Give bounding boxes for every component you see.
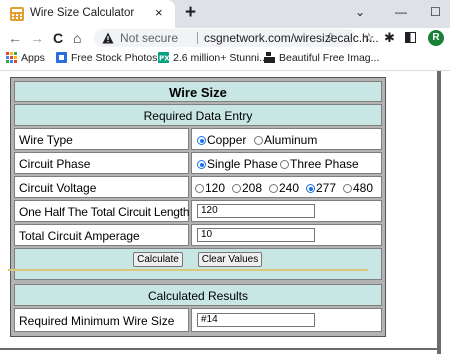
home-icon[interactable]: ⌂ [73, 29, 81, 47]
clear-values-button[interactable]: Clear Values [198, 252, 262, 267]
bookmark-free-stock-photos[interactable]: Free Stock Photos,... [56, 52, 169, 64]
circuit-voltage-options: 120 208 240 277 480 [191, 176, 382, 198]
half-length-input-cell: 120 [191, 200, 382, 222]
form-divider-line [8, 269, 368, 271]
half-length-input[interactable]: 120 [197, 204, 315, 218]
radio-240-button[interactable] [269, 184, 278, 193]
star-icon[interactable]: ☆ [363, 29, 375, 47]
camera-icon [264, 52, 275, 63]
page-bottom-border [0, 348, 437, 350]
calculator-favicon-icon [10, 7, 24, 21]
radio-277-label[interactable]: 277 [316, 181, 336, 195]
radio-aluminum[interactable]: Aluminum [254, 133, 317, 147]
new-tab-icon[interactable]: + [185, 3, 196, 23]
circuit-phase-label: Circuit Phase [19, 157, 91, 171]
photos-icon [56, 52, 67, 63]
address-separator [197, 32, 198, 44]
bookmark-stunning-images[interactable]: PX 2.6 million+ Stunni... [158, 52, 268, 64]
circuit-voltage-label-cell: Circuit Voltage [14, 176, 189, 198]
form-title: Wire Size [169, 85, 227, 100]
wire-size-calculator-form: Wire Size Required Data Entry Wire Type … [10, 77, 386, 337]
buttons-row: Calculate Clear Values [14, 248, 382, 280]
radio-copper-label[interactable]: Copper [207, 133, 246, 147]
min-wire-label-cell: Required Minimum Wire Size [14, 308, 189, 332]
radio-120[interactable]: 120 [195, 181, 225, 195]
extensions-icon[interactable]: ✱ [384, 29, 395, 47]
results-section-header: Calculated Results [14, 284, 382, 306]
page-right-border [437, 71, 441, 354]
radio-120-button[interactable] [195, 184, 204, 193]
circuit-phase-label-cell: Circuit Phase [14, 152, 189, 174]
radio-single-phase-label[interactable]: Single Phase [207, 157, 278, 171]
results-section-title: Calculated Results [147, 289, 249, 303]
share-icon[interactable]: ⇪ [326, 31, 335, 44]
radio-480-button[interactable] [343, 184, 352, 193]
radio-copper[interactable]: Copper [197, 133, 246, 147]
radio-480-label[interactable]: 480 [353, 181, 373, 195]
amperage-label-cell: Total Circuit Amperage [14, 224, 189, 246]
radio-three-phase-label[interactable]: Three Phase [290, 157, 359, 171]
radio-copper-button[interactable] [197, 136, 206, 145]
radio-single-phase[interactable]: Single Phase [197, 157, 278, 171]
required-section-title: Required Data Entry [143, 109, 253, 123]
radio-208-button[interactable] [232, 184, 241, 193]
bookmark-label: 2.6 million+ Stunni... [173, 52, 268, 64]
bookmarks-bar: Apps Free Stock Photos,... PX 2.6 millio… [0, 48, 450, 71]
wire-type-label-cell: Wire Type [14, 128, 189, 150]
sidebar-icon[interactable] [405, 32, 416, 43]
radio-277-button[interactable] [306, 184, 315, 193]
tab-search-chevron-icon[interactable]: ⌄ [355, 5, 365, 19]
security-status[interactable]: Not secure [120, 31, 178, 45]
min-wire-output-cell: #14 [191, 308, 382, 332]
bookmark-label: Apps [21, 52, 45, 64]
bookmark-apps[interactable]: Apps [6, 52, 45, 64]
min-wire-label: Required Minimum Wire Size [19, 314, 175, 328]
url-text[interactable]: csgnetwork.com/wiresizecalc.h... [204, 31, 379, 45]
back-icon[interactable]: ← [8, 29, 22, 47]
radio-240[interactable]: 240 [269, 181, 299, 195]
browser-toolbar: ← → C ⌂ Not secure csgnetwork.com/wiresi… [0, 28, 450, 48]
radio-120-label[interactable]: 120 [205, 181, 225, 195]
maximize-icon[interactable]: ☐ [430, 5, 441, 19]
form-title-cell: Wire Size [14, 81, 382, 102]
radio-240-label[interactable]: 240 [279, 181, 299, 195]
min-wire-output[interactable]: #14 [197, 313, 315, 327]
px-icon: PX [158, 52, 169, 63]
calculate-button[interactable]: Calculate [133, 252, 183, 267]
amperage-label: Total Circuit Amperage [19, 229, 140, 243]
radio-three-phase-button[interactable] [280, 160, 289, 169]
amperage-input[interactable]: 10 [197, 228, 315, 242]
circuit-phase-options: Single Phase Three Phase [191, 152, 382, 174]
bookmark-label: Beautiful Free Imag... [279, 52, 380, 64]
radio-277[interactable]: 277 [306, 181, 336, 195]
minimize-icon[interactable]: — [395, 5, 407, 19]
amperage-input-cell: 10 [191, 224, 382, 246]
radio-208[interactable]: 208 [232, 181, 262, 195]
svg-text:PX: PX [159, 55, 169, 63]
wire-type-options: Copper Aluminum [191, 128, 382, 150]
address-bar[interactable]: Not secure csgnetwork.com/wiresizecalc.h… [94, 29, 379, 47]
active-tab[interactable]: Wire Size Calculator × [0, 0, 175, 28]
apps-grid-icon [6, 52, 17, 63]
wire-type-label: Wire Type [19, 133, 73, 147]
tab-title: Wire Size Calculator [30, 7, 135, 19]
required-section-header: Required Data Entry [14, 104, 382, 126]
reload-icon[interactable]: C [53, 29, 63, 47]
tab-close-icon[interactable]: × [155, 5, 163, 20]
radio-aluminum-button[interactable] [254, 136, 263, 145]
bookmark-label: Free Stock Photos,... [71, 52, 170, 64]
bookmark-beautiful-free-images[interactable]: Beautiful Free Imag... [264, 52, 379, 64]
half-length-label-cell: One Half The Total Circuit Length [14, 200, 190, 222]
forward-icon[interactable]: → [30, 29, 44, 47]
half-length-label: One Half The Total Circuit Length [19, 205, 190, 219]
profile-avatar[interactable]: R [428, 30, 444, 46]
radio-single-phase-button[interactable] [197, 160, 206, 169]
radio-three-phase[interactable]: Three Phase [280, 157, 359, 171]
radio-208-label[interactable]: 208 [242, 181, 262, 195]
radio-480[interactable]: 480 [343, 181, 373, 195]
tab-strip: Wire Size Calculator × + ⌄ — ☐ [0, 0, 450, 28]
circuit-voltage-label: Circuit Voltage [19, 181, 97, 195]
warning-icon[interactable] [102, 32, 114, 44]
radio-aluminum-label[interactable]: Aluminum [264, 133, 317, 147]
